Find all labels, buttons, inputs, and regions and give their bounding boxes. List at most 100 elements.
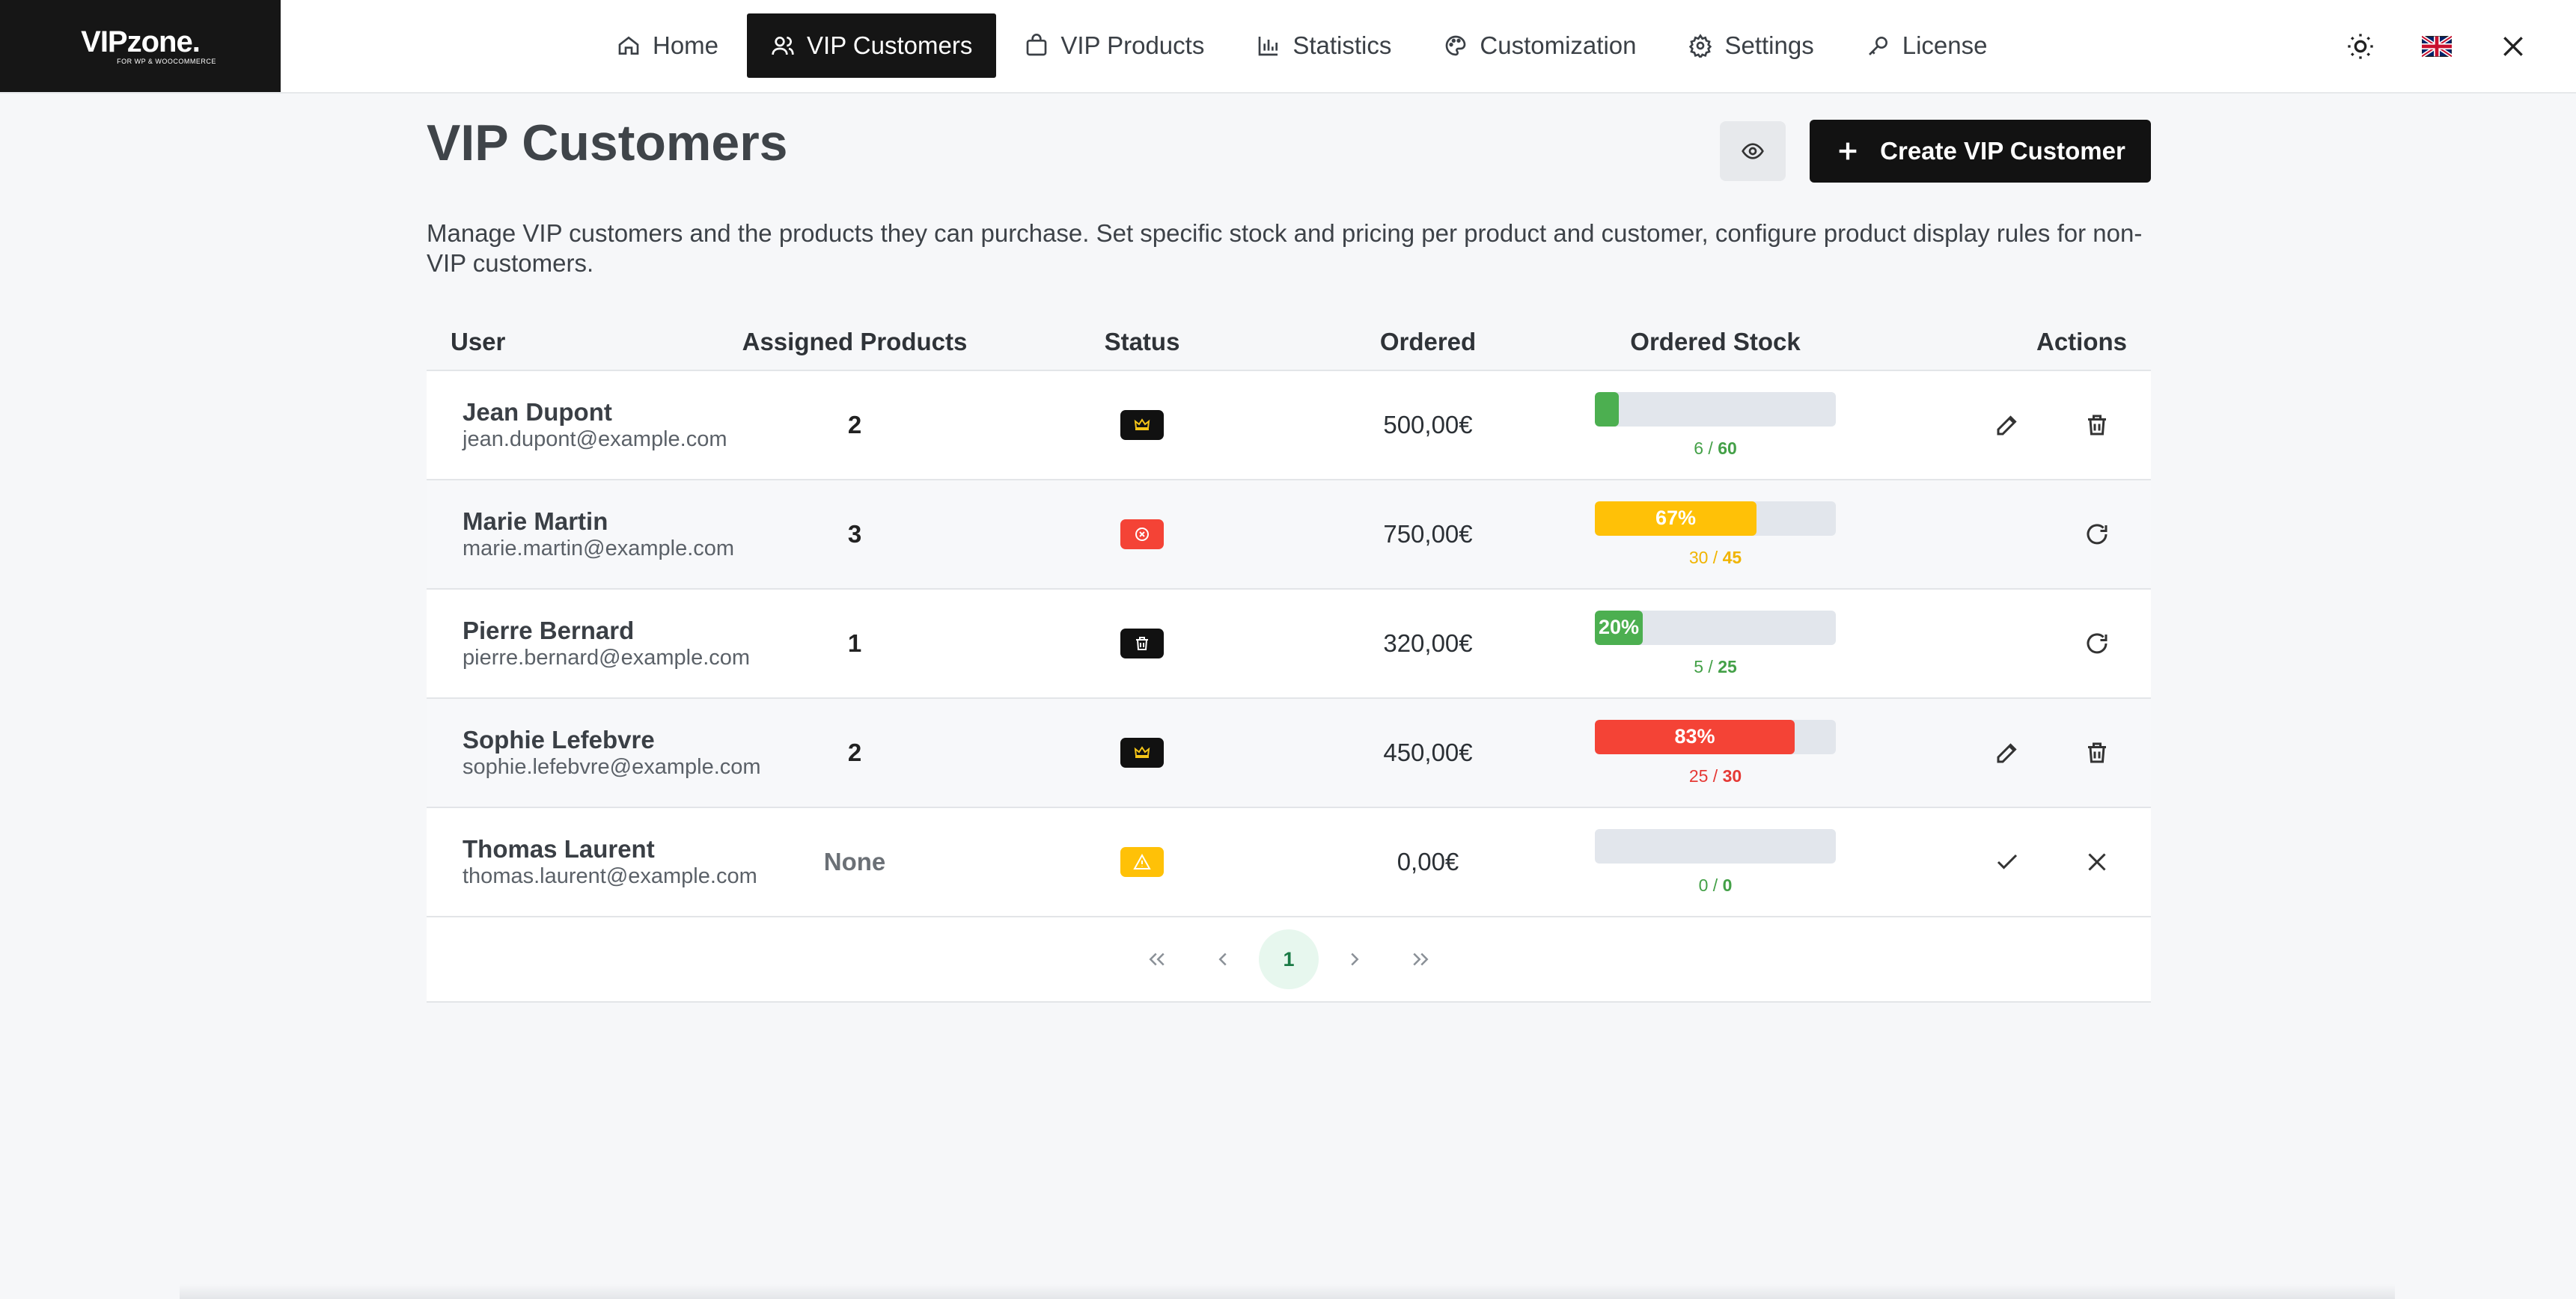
next-page-button[interactable] <box>1325 929 1385 989</box>
nav-label: Statistics <box>1292 31 1392 59</box>
status-cell <box>991 519 1293 549</box>
nav-home[interactable]: Home <box>593 13 742 78</box>
column-header-status[interactable]: Status <box>991 328 1293 356</box>
column-header-assigned[interactable]: Assigned Products <box>718 328 991 356</box>
stock-caption: 25 / 30 <box>1689 766 1742 786</box>
previous-page-button[interactable] <box>1193 929 1253 989</box>
last-page-button[interactable] <box>1391 929 1450 989</box>
column-header-stock[interactable]: Ordered Stock <box>1563 328 1868 356</box>
delete-button[interactable] <box>2076 732 2118 774</box>
user-name: Pierre Bernard <box>463 617 635 644</box>
restore-button[interactable] <box>2076 513 2118 555</box>
reject-button[interactable] <box>2076 841 2118 883</box>
nav-statistics[interactable]: Statistics <box>1233 13 1415 78</box>
language-button[interactable] <box>2416 25 2458 67</box>
create-button-label: Create VIP Customer <box>1880 137 2125 165</box>
stock-ordered: 0 <box>1698 875 1709 895</box>
refresh-icon <box>2087 633 2108 654</box>
nav-label: Customization <box>1480 31 1637 59</box>
stock-progress-fill: 20% <box>1595 610 1643 645</box>
assigned-products-count: 2 <box>847 411 862 438</box>
stock-cell: 67% 30 / 45 <box>1563 501 1868 568</box>
stock-caption: 6 / 60 <box>1694 438 1737 459</box>
trash-icon <box>1136 637 1148 650</box>
status-badge <box>1120 410 1164 440</box>
stock-cell: 20% 5 / 25 <box>1563 610 1868 677</box>
assigned-cell: 2 <box>718 411 991 439</box>
nav-vip-products[interactable]: VIP Products <box>1001 13 1228 78</box>
stock-progress-fill: 83% <box>1595 719 1795 754</box>
pagination: 1 <box>427 917 2151 1003</box>
top-right-controls <box>2340 25 2534 67</box>
stock-progress-bar: 20% <box>1595 610 1836 645</box>
assigned-products-count: None <box>823 848 886 875</box>
nav-license[interactable]: License <box>1843 13 2012 78</box>
first-page-button[interactable] <box>1127 929 1187 989</box>
status-badge <box>1120 519 1164 549</box>
theme-toggle-button[interactable] <box>2340 25 2381 67</box>
stock-total: 0 <box>1722 875 1733 895</box>
stock-separator: / <box>1703 656 1718 676</box>
user-name: Sophie Lefebvre <box>463 726 655 754</box>
users-icon <box>772 37 794 55</box>
uk-flag-icon <box>2422 34 2452 58</box>
stock-progress-bar <box>1595 828 1836 864</box>
home-icon <box>618 36 639 55</box>
table-row: Thomas Laurent thomas.laurent@example.com… <box>427 808 2151 917</box>
create-vip-customer-button[interactable]: Create VIP Customer <box>1810 120 2151 183</box>
nav-settings[interactable]: Settings <box>1664 13 1837 78</box>
nav-customization[interactable]: Customization <box>1420 13 1660 78</box>
approve-button[interactable] <box>1986 841 2028 883</box>
stock-separator: / <box>1703 438 1718 458</box>
delete-button[interactable] <box>2076 404 2118 446</box>
stock-progress-fill: 67% <box>1595 501 1756 536</box>
gear-icon <box>1689 34 1712 58</box>
refresh-icon <box>2087 524 2108 545</box>
stock-total: 30 <box>1722 765 1742 786</box>
logo-text: VIPzone. <box>81 25 201 58</box>
user-email: pierre.bernard@example.com <box>463 646 751 670</box>
stock-caption: 0 / 0 <box>1699 875 1733 896</box>
assigned-products-count: 2 <box>847 739 862 766</box>
actions-cell <box>1868 732 2151 774</box>
nav-vip-customers[interactable]: VIP Customers <box>747 13 997 78</box>
user-email: marie.martin@example.com <box>463 537 735 560</box>
table-header: User Assigned Products Status Ordered Or… <box>427 314 2151 371</box>
nav-label: VIP Products <box>1060 31 1205 59</box>
top-bar: VIPzone. FOR WP & WOOCOMMERCE Home VIP C… <box>0 0 2576 94</box>
user-email: thomas.laurent@example.com <box>463 864 757 888</box>
plus-icon <box>1839 142 1857 160</box>
table-body: Jean Dupont jean.dupont@example.com 2 500,0… <box>427 371 2151 917</box>
ordered-cell: 500,00€ <box>1293 411 1563 439</box>
ordered-cell: 0,00€ <box>1293 848 1563 876</box>
column-header-ordered[interactable]: Ordered <box>1293 328 1563 356</box>
status-badge <box>1120 738 1164 768</box>
restore-button[interactable] <box>2076 623 2118 664</box>
column-header-user[interactable]: User <box>427 328 718 356</box>
edit-button[interactable] <box>1986 404 2028 446</box>
app-logo[interactable]: VIPzone. FOR WP & WOOCOMMERCE <box>0 0 281 92</box>
page-description: Manage VIP customers and the products th… <box>427 219 2143 277</box>
stock-percent-label: 20% <box>1598 616 1640 638</box>
stock-separator: / <box>1708 547 1723 567</box>
shopping-bag-icon <box>1027 34 1047 56</box>
column-header-actions: Actions <box>2036 328 2127 355</box>
close-button[interactable] <box>2492 25 2534 67</box>
x-circle-icon <box>1135 528 1149 541</box>
stock-separator: / <box>1708 765 1723 786</box>
user-cell: Pierre Bernard pierre.bernard@example.com <box>427 617 751 670</box>
actions-cell <box>1868 623 2151 664</box>
user-email: sophie.lefebvre@example.com <box>463 755 761 779</box>
assigned-cell: 3 <box>718 520 991 548</box>
chevrons-right-icon <box>1413 953 1429 966</box>
assigned-cell: None <box>718 848 991 876</box>
stock-percent-label: 83% <box>1674 725 1715 748</box>
table-row: Sophie Lefebvre sophie.lefebvre@example.c… <box>427 699 2151 808</box>
stock-ordered: 25 <box>1688 765 1709 786</box>
page-1-button[interactable]: 1 <box>1259 929 1319 989</box>
stock-cell: 83% 25 / 30 <box>1563 719 1868 786</box>
preview-button[interactable] <box>1720 121 1786 181</box>
ordered-amount: 450,00€ <box>1383 739 1473 766</box>
edit-button[interactable] <box>1986 732 2028 774</box>
user-cell: Thomas Laurent thomas.laurent@example.com <box>427 835 757 889</box>
